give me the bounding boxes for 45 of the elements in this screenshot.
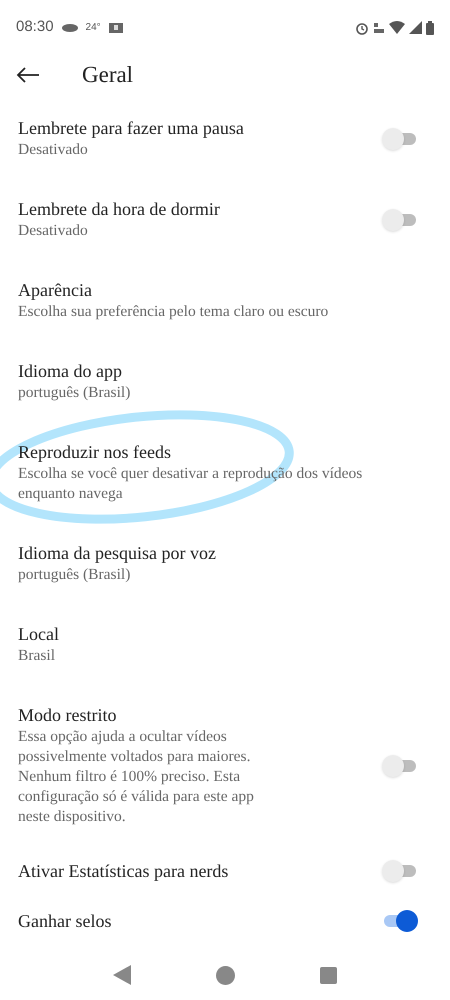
toggle-switch[interactable] [382, 860, 418, 882]
settings-item[interactable]: Ativar Estatísticas para nerds [0, 846, 450, 896]
toggle-switch[interactable] [382, 208, 418, 230]
page-title: Geral [82, 60, 134, 89]
setting-title: Aparência [18, 279, 93, 301]
settings-item[interactable]: Reproduzir nos feeds Escolha se você quer desativar a reprodução dos vídeos enquanto navega [0, 422, 450, 523]
settings-item[interactable]: Local Brasil [0, 604, 450, 685]
back-arrow-icon[interactable] [16, 67, 40, 83]
alarm-icon [355, 20, 369, 34]
settings-item[interactable]: Lembrete para fazer uma pausa Desativado [0, 98, 450, 179]
setting-title: Idioma do app [18, 360, 123, 382]
setting-description: Brasil [18, 646, 56, 666]
nav-back-icon[interactable] [112, 965, 131, 985]
setting-title: Ativar Estatísticas para nerds [18, 860, 230, 882]
setting-description: Escolha se você quer desativar a reprodução dos vídeos enquanto navega [18, 464, 364, 504]
toggle-switch[interactable] [382, 128, 418, 150]
setting-title: Lembrete da hora de dormir [18, 198, 221, 220]
signal-icon [409, 21, 422, 34]
temperature-text: 24° [86, 21, 101, 35]
settings-item[interactable]: Ganhar selos [0, 896, 450, 946]
settings-item[interactable]: Idioma do app português (Brasil) [0, 341, 450, 422]
setting-title: Lembrete para fazer uma pausa [18, 117, 245, 139]
setting-title: Idioma da pesquisa por voz [18, 542, 217, 564]
setting-title: Modo restrito [18, 704, 118, 726]
setting-title: Local [18, 623, 60, 645]
setting-description: Escolha sua preferência pelo tema claro ou escuro [18, 302, 330, 322]
settings-item[interactable]: Idioma da pesquisa por voz português (Brasil) [0, 523, 450, 604]
settings-item[interactable]: Lembrete da hora de dormir Desativado [0, 179, 450, 260]
toggle-switch[interactable] [382, 910, 418, 932]
nav-recents-icon[interactable] [320, 966, 338, 984]
setting-description: português (Brasil) [18, 565, 132, 585]
settings-item[interactable]: Modo restrito Essa opção ajuda a ocultar vídeos possivelmente voltados para maiores. Nenhum filtro é 100% preciso. Esta configuração só é válida para este app neste dispositivo. [0, 685, 450, 846]
book-icon [108, 22, 123, 34]
setting-description: Essa opção ajuda a ocultar vídeos possivelmente voltados para maiores. Nenhum filtro é 100% preciso. Esta configuração só é válida para este app neste dispositivo. [18, 727, 255, 827]
toggle-switch[interactable] [382, 754, 418, 776]
wifi-icon [389, 21, 405, 34]
setting-description: português (Brasil) [18, 383, 132, 403]
setting-title: Ganhar selos [18, 910, 112, 932]
settings-item[interactable]: Aparência Escolha sua preferência pelo tema claro ou escuro [0, 260, 450, 341]
setting-title: Reproduzir nos feeds [18, 441, 172, 463]
battery-icon [426, 20, 434, 34]
setting-description: Desativado [18, 221, 89, 241]
status-time: 08:30 [16, 17, 54, 38]
setting-description: Desativado [18, 140, 89, 160]
nav-home-icon[interactable] [216, 966, 235, 984]
